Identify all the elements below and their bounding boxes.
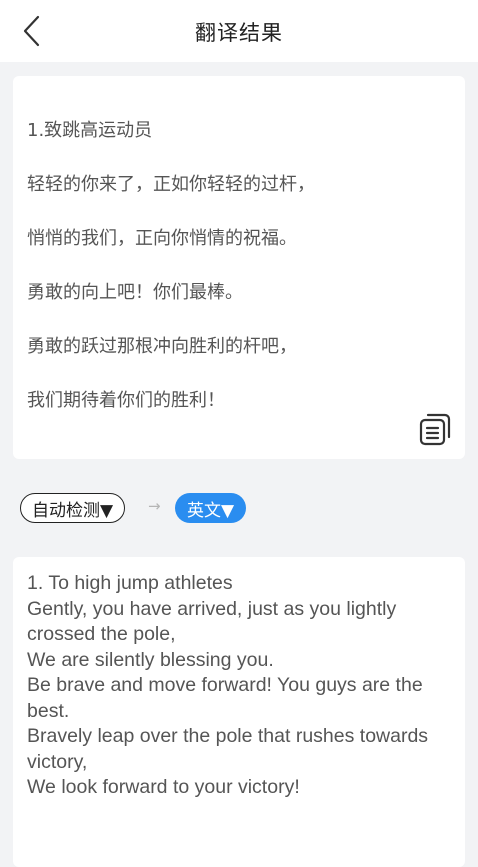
language-selector-row: 自动检测▼ → 英文▼ [20, 493, 460, 523]
translation-result-card: 1. To high jump athletes Gently, you hav… [13, 557, 465, 867]
target-language-dropdown[interactable]: 英文▼ [175, 493, 247, 523]
source-text-card: 1.致跳高运动员 轻轻的你来了，正如你轻轻的过杆， 悄悄的我们，正向你悄情的祝福… [13, 76, 465, 459]
result-line: Gently, you have arrived, just as you li… [27, 597, 397, 646]
source-language-dropdown[interactable]: 自动检测▼ [20, 493, 126, 523]
source-line: 1.致跳高运动员 [27, 120, 153, 141]
translation-text[interactable]: 1. To high jump athletes Gently, you hav… [27, 571, 451, 801]
result-line: Bravely leap over the pole that rushes t… [27, 725, 429, 773]
source-line: 勇敢的跃过那根冲向胜利的杆吧， [27, 336, 297, 357]
top-bar: 翻译结果 [0, 0, 478, 62]
page-title: 翻译结果 [195, 21, 283, 45]
result-line: We are silently blessing you. [27, 648, 274, 671]
source-line: 悄悄的我们，正向你悄情的祝福。 [27, 228, 297, 249]
result-line: 1. To high jump athletes [27, 572, 233, 594]
copy-button[interactable] [417, 411, 453, 447]
arrow-right-icon: → [148, 497, 161, 515]
source-line: 勇敢的向上吧！你们最棒。 [27, 282, 243, 303]
result-line: Be brave and move forward! You guys are … [27, 674, 423, 722]
source-line: 轻轻的你来了，正如你轻轻的过杆， [27, 174, 315, 195]
copy-icon [417, 413, 453, 451]
source-line: 我们期待着你们的胜利！ [27, 390, 225, 411]
source-text[interactable]: 1.致跳高运动员 轻轻的你来了，正如你轻轻的过杆， 悄悄的我们，正向你悄情的祝福… [27, 90, 451, 441]
result-line: We look forward to your victory! [27, 776, 300, 798]
